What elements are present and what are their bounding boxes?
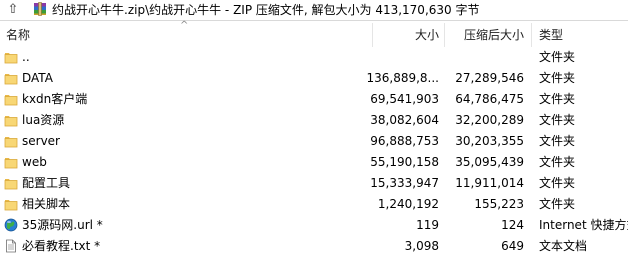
- file-size: 119: [416, 218, 439, 232]
- file-name: DATA: [22, 71, 53, 85]
- file-list: .. 文件夹 DATA 136,889,8... 27,289,546 文件夹 …: [0, 47, 628, 257]
- file-name: ..: [22, 50, 30, 64]
- file-packed-size: 11,911,014: [455, 176, 524, 190]
- column-header: 名称 ^ 大小 压缩后大小 类型: [0, 20, 628, 47]
- file-row[interactable]: 必看教程.txt * 3,098 649 文本文档: [0, 236, 628, 257]
- file-type: 文件夹: [539, 155, 576, 169]
- folder-icon: [4, 179, 18, 190]
- internet-shortcut-icon: [4, 218, 18, 232]
- folder-icon: [4, 200, 18, 211]
- file-packed-size: 30,203,355: [455, 134, 524, 148]
- file-row[interactable]: kxdn客户端 69,541,903 64,786,475 文件夹: [0, 89, 628, 110]
- file-name: server: [22, 134, 60, 148]
- file-type: 文件夹: [539, 71, 576, 85]
- file-row[interactable]: server 96,888,753 30,203,355 文件夹: [0, 131, 628, 152]
- file-row[interactable]: .. 文件夹: [0, 47, 628, 68]
- file-row[interactable]: lua资源 38,082,604 32,200,289 文件夹: [0, 110, 628, 131]
- up-arrow-icon[interactable]: ⇧: [2, 0, 24, 20]
- file-name: web: [22, 155, 47, 169]
- address-path[interactable]: 约战开心牛牛.zip\约战开心牛牛 - ZIP 压缩文件, 解包大小为 413,…: [52, 0, 479, 20]
- file-row[interactable]: DATA 136,889,8... 27,289,546 文件夹: [0, 68, 628, 89]
- column-size[interactable]: 大小: [415, 23, 439, 47]
- text-file-icon: [6, 239, 16, 253]
- column-type[interactable]: 类型: [539, 23, 563, 47]
- file-size: 55,190,158: [370, 155, 439, 169]
- column-divider[interactable]: [372, 23, 373, 47]
- column-divider[interactable]: [531, 23, 532, 47]
- file-row[interactable]: 相关脚本 1,240,192 155,223 文件夹: [0, 194, 628, 215]
- file-size: 69,541,903: [370, 92, 439, 106]
- folder-icon: [4, 116, 18, 127]
- file-size: 3,098: [404, 239, 439, 253]
- file-type: 文件夹: [539, 50, 576, 64]
- file-name: 必看教程.txt *: [22, 239, 101, 253]
- file-name: 35源码网.url *: [22, 218, 103, 232]
- file-row[interactable]: 35源码网.url * 119 124 Internet 快捷方式: [0, 215, 628, 236]
- file-size: 38,082,604: [370, 113, 439, 127]
- file-name: 相关脚本: [22, 197, 71, 211]
- file-packed-size: 124: [501, 218, 524, 232]
- file-packed-size: 155,223: [474, 197, 524, 211]
- sort-ascending-icon: ^: [180, 20, 189, 31]
- file-packed-size: 649: [501, 239, 524, 253]
- folder-icon: [4, 53, 18, 64]
- file-type: 文件夹: [539, 113, 576, 127]
- file-type: 文件夹: [539, 92, 576, 106]
- file-name: kxdn客户端: [22, 92, 88, 106]
- file-name: 配置工具: [22, 176, 71, 190]
- file-type: Internet 快捷方式: [539, 218, 628, 232]
- file-row[interactable]: web 55,190,158 35,095,439 文件夹: [0, 152, 628, 173]
- file-packed-size: 27,289,546: [455, 71, 524, 85]
- file-type: 文件夹: [539, 134, 576, 148]
- file-row[interactable]: 配置工具 15,333,947 11,911,014 文件夹: [0, 173, 628, 194]
- file-size: 1,240,192: [377, 197, 439, 211]
- file-packed-size: 35,095,439: [455, 155, 524, 169]
- folder-icon: [4, 74, 18, 85]
- file-type: 文本文档: [539, 239, 588, 253]
- column-divider[interactable]: [444, 23, 445, 47]
- file-packed-size: 32,200,289: [455, 113, 524, 127]
- file-packed-size: 64,786,475: [455, 92, 524, 106]
- file-size: 15,333,947: [370, 176, 439, 190]
- file-type: 文件夹: [539, 176, 576, 190]
- file-name: lua资源: [22, 113, 65, 127]
- folder-icon: [4, 158, 18, 169]
- file-type: 文件夹: [539, 197, 576, 211]
- file-size: 96,888,753: [370, 134, 439, 148]
- file-size: 136,889,8...: [366, 71, 439, 85]
- rar-archive-icon: [34, 2, 46, 16]
- folder-icon: [4, 137, 18, 148]
- column-packed-size[interactable]: 压缩后大小: [464, 23, 524, 47]
- folder-icon: [4, 95, 18, 106]
- column-name[interactable]: 名称: [6, 23, 30, 47]
- address-bar: ⇧ 约战开心牛牛.zip\约战开心牛牛 - ZIP 压缩文件, 解包大小为 41…: [0, 0, 628, 21]
